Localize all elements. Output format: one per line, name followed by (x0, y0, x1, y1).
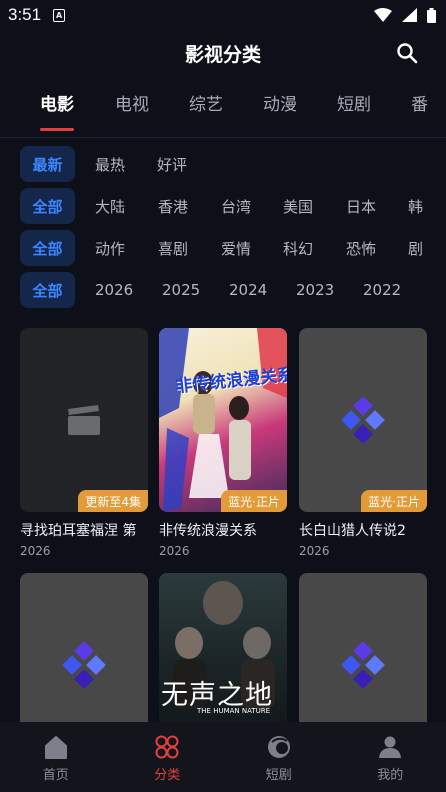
nav-home[interactable]: 首页 (0, 722, 112, 792)
genre-chip[interactable]: 爱情 (221, 230, 251, 266)
clapper-icon (68, 405, 100, 435)
bottom-nav: 首页 分类 短剧 我的 (0, 722, 446, 792)
nav-profile[interactable]: 我的 (335, 722, 446, 792)
year-chip[interactable]: 2022 (363, 272, 401, 308)
media-card[interactable]: 蓝光·正片 长白山猎人传说2 2026 (299, 328, 427, 558)
year-filter-row: 全部 2026 2025 2024 2023 2022 (0, 272, 446, 310)
home-icon (44, 736, 67, 759)
region-chip[interactable]: 台湾 (221, 188, 251, 224)
card-title: 寻找珀耳塞福涅 第 (20, 523, 137, 539)
tab-movie[interactable]: 电影 (40, 90, 74, 115)
app-header: 影视分类 (0, 30, 446, 76)
sort-hot-chip[interactable]: 最热 (95, 146, 125, 182)
tab-more[interactable]: 番 (411, 90, 428, 115)
nav-label: 我的 (377, 768, 404, 783)
card-year: 2026 (159, 544, 190, 558)
poster: 蓝光·正片 (299, 328, 427, 512)
short-drama-icon (267, 736, 290, 758)
nav-label: 分类 (154, 768, 181, 783)
signal-icon (402, 8, 417, 22)
category-icon (155, 735, 179, 759)
year-chip[interactable]: 2026 (95, 272, 133, 308)
status-time: 3:51 (8, 5, 42, 24)
page-title: 影视分类 (184, 43, 261, 66)
genre-chip[interactable]: 动作 (95, 230, 125, 266)
year-chip[interactable]: 2024 (229, 272, 267, 308)
genre-chip[interactable]: 剧 (408, 230, 423, 266)
sort-filter-row: 最新 最热 好评 (0, 146, 446, 184)
tab-tv[interactable]: 电视 (115, 90, 149, 115)
active-tab-indicator (40, 128, 74, 131)
year-chip[interactable]: 2023 (296, 272, 334, 308)
sort-rating-chip[interactable]: 好评 (157, 146, 187, 182)
card-title: 非传统浪漫关系 (159, 523, 257, 539)
region-chip[interactable]: 美国 (283, 188, 313, 224)
region-chip[interactable]: 香港 (158, 188, 188, 224)
genre-chip[interactable]: 科幻 (283, 230, 313, 266)
diamond-logo-icon (341, 642, 385, 688)
status-icons (374, 7, 436, 23)
nav-category[interactable]: 分类 (112, 722, 224, 792)
category-tabs: 电影 电视 综艺 动漫 短剧 番 (0, 78, 446, 138)
card-year: 2026 (299, 544, 330, 558)
media-card[interactable]: 更新至4集 寻找珀耳塞福涅 第 2026 (20, 328, 148, 558)
nav-label: 首页 (42, 768, 69, 783)
poster-subtitle: THE HUMAN NATURE (197, 707, 271, 715)
poster-art (159, 328, 287, 512)
tab-anime[interactable]: 动漫 (263, 90, 297, 115)
region-chip[interactable]: 韩 (408, 188, 423, 224)
notification-icon: A (53, 8, 66, 22)
region-filter-row: 全部 大陆 香港 台湾 美国 日本 韩 (0, 188, 446, 226)
tab-variety[interactable]: 综艺 (189, 90, 223, 115)
card-title: 长白山猎人传说2 (299, 523, 406, 539)
tab-short-drama[interactable]: 短剧 (337, 90, 371, 115)
nav-short-drama[interactable]: 短剧 (223, 722, 335, 792)
genre-filter-row: 全部 动作 喜剧 爱情 科幻 恐怖 剧 (0, 230, 446, 268)
nav-label: 短剧 (265, 768, 292, 783)
diamond-logo-icon (62, 642, 106, 688)
genre-chip[interactable]: 恐怖 (346, 230, 376, 266)
region-all-chip[interactable]: 全部 (20, 188, 75, 224)
genre-all-chip[interactable]: 全部 (20, 230, 75, 266)
quality-badge: 蓝光·正片 (361, 490, 427, 512)
diamond-logo-icon (341, 397, 385, 443)
year-all-chip[interactable]: 全部 (20, 272, 75, 308)
year-chip[interactable]: 2025 (162, 272, 200, 308)
wifi-icon (374, 8, 392, 22)
card-year: 2026 (20, 544, 51, 558)
region-chip[interactable]: 大陆 (95, 188, 125, 224)
status-bar: 3:51 A (0, 0, 446, 30)
media-card[interactable]: 非传统浪漫关系 蓝光·正片 非传统浪漫关系 2026 (159, 328, 287, 558)
poster: 非传统浪漫关系 蓝光·正片 (159, 328, 287, 512)
poster: 更新至4集 (20, 328, 148, 512)
sort-latest-chip[interactable]: 最新 (20, 146, 75, 182)
episode-badge: 更新至4集 (78, 490, 148, 512)
search-icon[interactable] (396, 42, 418, 64)
battery-icon (427, 7, 436, 23)
profile-icon (379, 736, 402, 758)
region-chip[interactable]: 日本 (346, 188, 376, 224)
quality-badge: 蓝光·正片 (221, 490, 287, 512)
genre-chip[interactable]: 喜剧 (158, 230, 188, 266)
